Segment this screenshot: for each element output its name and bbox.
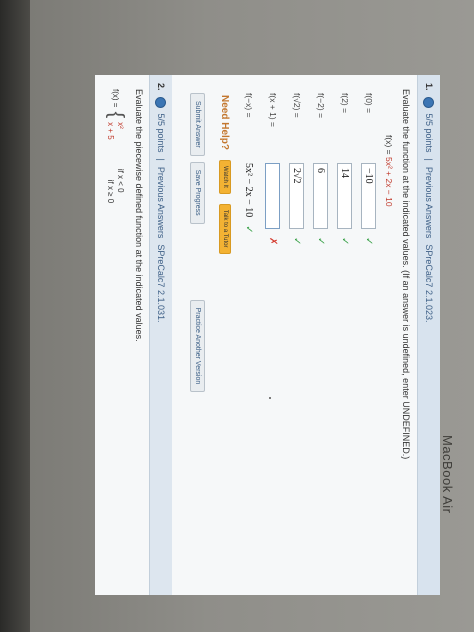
answer-field[interactable]: 14 xyxy=(337,163,353,229)
answer-label: f(√2) = xyxy=(292,93,302,118)
points-link[interactable]: 5/5 points xyxy=(156,114,166,153)
check-icon: ✓ xyxy=(243,225,255,234)
talk-to-tutor-button[interactable]: Talk to a Tutor xyxy=(219,203,231,254)
webassign-page: 1. 5/5 points | Previous Answers SPreCal… xyxy=(95,75,440,595)
score-badge-icon xyxy=(423,96,435,108)
answer-field[interactable]: −10 xyxy=(361,163,377,229)
laptop-brand-label: MacBook Air xyxy=(440,435,455,514)
question-1-header: 1. 5/5 points | Previous Answers SPreCal… xyxy=(417,75,440,595)
need-help-bar: Need Help? Watch It Talk to a Tutor xyxy=(219,95,231,254)
question-source: SPreCalc7 2.1.023. xyxy=(424,244,434,323)
x-mark-icon: ✗ xyxy=(267,237,279,246)
question-1-actions: Submit Answer Save Progress Practice Ano… xyxy=(190,93,205,393)
check-icon: ✓ xyxy=(339,237,351,246)
answer-row: f(2) = 14 ✓ xyxy=(337,93,353,245)
brace-icon: { xyxy=(105,111,127,119)
case-row: x² if x < 0 xyxy=(116,122,126,193)
screen: 1. 5/5 points | Previous Answers SPreCal… xyxy=(95,75,440,595)
points-link[interactable]: 5/5 points xyxy=(424,114,434,153)
answer-label: f(−2) = xyxy=(316,93,326,119)
function-definition: f(x) = 5x² + 2x − 10 xyxy=(384,135,394,207)
save-progress-button[interactable]: Save Progress xyxy=(190,161,205,224)
question-number: 2. xyxy=(156,83,166,91)
answer-row: f(−x) = 5x² − 2x − 10 ✓ xyxy=(241,93,257,234)
score-badge-icon xyxy=(155,96,167,108)
answer-label: f(x + 1) = xyxy=(268,93,278,128)
cursor-dot xyxy=(269,397,271,399)
check-icon: ✓ xyxy=(315,237,327,246)
case-row: x + 5 if x ≥ 0 xyxy=(106,122,116,204)
answer-field[interactable] xyxy=(265,163,281,229)
submit-answer-button[interactable]: Submit Answer xyxy=(190,93,205,156)
answer-row: f(√2) = 2√2 ✓ xyxy=(289,93,305,245)
previous-answers-link[interactable]: Previous Answers xyxy=(424,167,434,239)
watch-it-button[interactable]: Watch It xyxy=(219,160,231,194)
answer-label: f(0) = xyxy=(364,93,374,114)
piecewise-function: f(x) = { x² if x < 0 x + 5 if x ≥ 0 xyxy=(105,89,127,204)
answer-row: f(x + 1) = ✗ xyxy=(265,93,281,245)
previous-answers-link[interactable]: Previous Answers xyxy=(156,167,166,239)
answer-field[interactable]: 6 xyxy=(313,163,329,229)
question-number: 1. xyxy=(424,83,434,91)
question-prompt: Evaluate the function at the indicated v… xyxy=(401,89,411,460)
answer-label: f(2) = xyxy=(340,93,350,114)
answer-field[interactable]: 2√2 xyxy=(289,163,305,229)
question-2-header: 2. 5/5 points | Previous Answers SPreCal… xyxy=(149,75,172,595)
question-1-body: Evaluate the function at the indicated v… xyxy=(177,75,417,595)
answer-label: f(−x) = xyxy=(244,93,254,118)
answer-row: f(0) = −10 ✓ xyxy=(361,93,377,245)
answer-row: f(−2) = 6 ✓ xyxy=(313,93,329,245)
question-source: SPreCalc7 2.1.031. xyxy=(156,244,166,323)
check-icon: ✓ xyxy=(291,237,303,246)
answer-field[interactable]: 5x² − 2x − 10 xyxy=(244,163,255,217)
check-icon: ✓ xyxy=(363,237,375,246)
question-prompt: Evaluate the piecewise defined function … xyxy=(134,89,144,342)
need-help-label: Need Help? xyxy=(219,95,231,151)
question-2: 2. 5/5 points | Previous Answers SPreCal… xyxy=(105,75,172,595)
practice-another-version-button[interactable]: Practice Another Version xyxy=(190,299,205,393)
function-expression: 5x² + 2x − 10 xyxy=(384,156,394,207)
screen-edge xyxy=(0,0,30,632)
